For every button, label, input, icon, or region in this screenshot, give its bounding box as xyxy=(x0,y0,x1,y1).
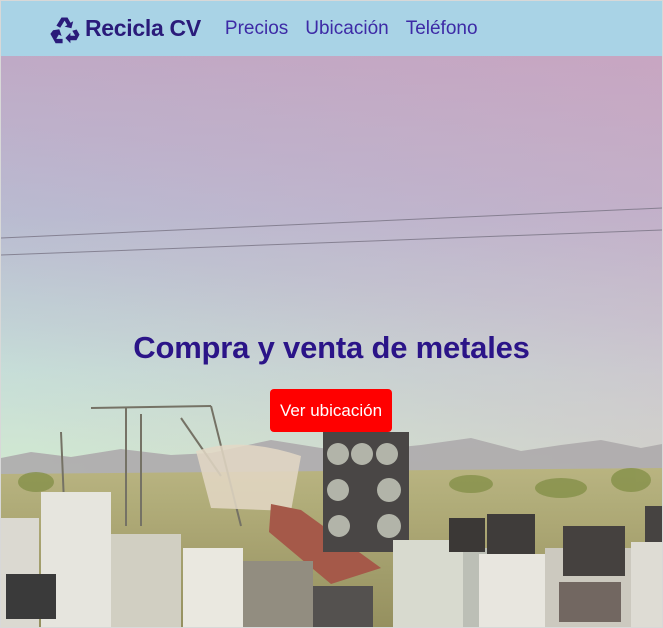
navbar: Recicla CV Precios Ubicación Teléfono xyxy=(1,1,662,56)
nav-link-precios[interactable]: Precios xyxy=(225,18,288,40)
hero-title: Compra y venta de metales xyxy=(133,330,530,365)
nav-link-ubicacion[interactable]: Ubicación xyxy=(305,18,388,40)
view-location-button[interactable]: Ver ubicación xyxy=(270,389,392,432)
nav-links: Precios Ubicación Teléfono xyxy=(225,18,495,40)
hero: Compra y venta de metales Ver ubicación xyxy=(1,56,662,627)
brand-link[interactable]: Recicla CV xyxy=(49,13,201,45)
page: Recicla CV Precios Ubicación Teléfono Co… xyxy=(0,0,663,628)
recycle-icon xyxy=(50,17,80,43)
nav-link-telefono[interactable]: Teléfono xyxy=(406,18,478,40)
brand-name: Recicla CV xyxy=(85,15,201,41)
